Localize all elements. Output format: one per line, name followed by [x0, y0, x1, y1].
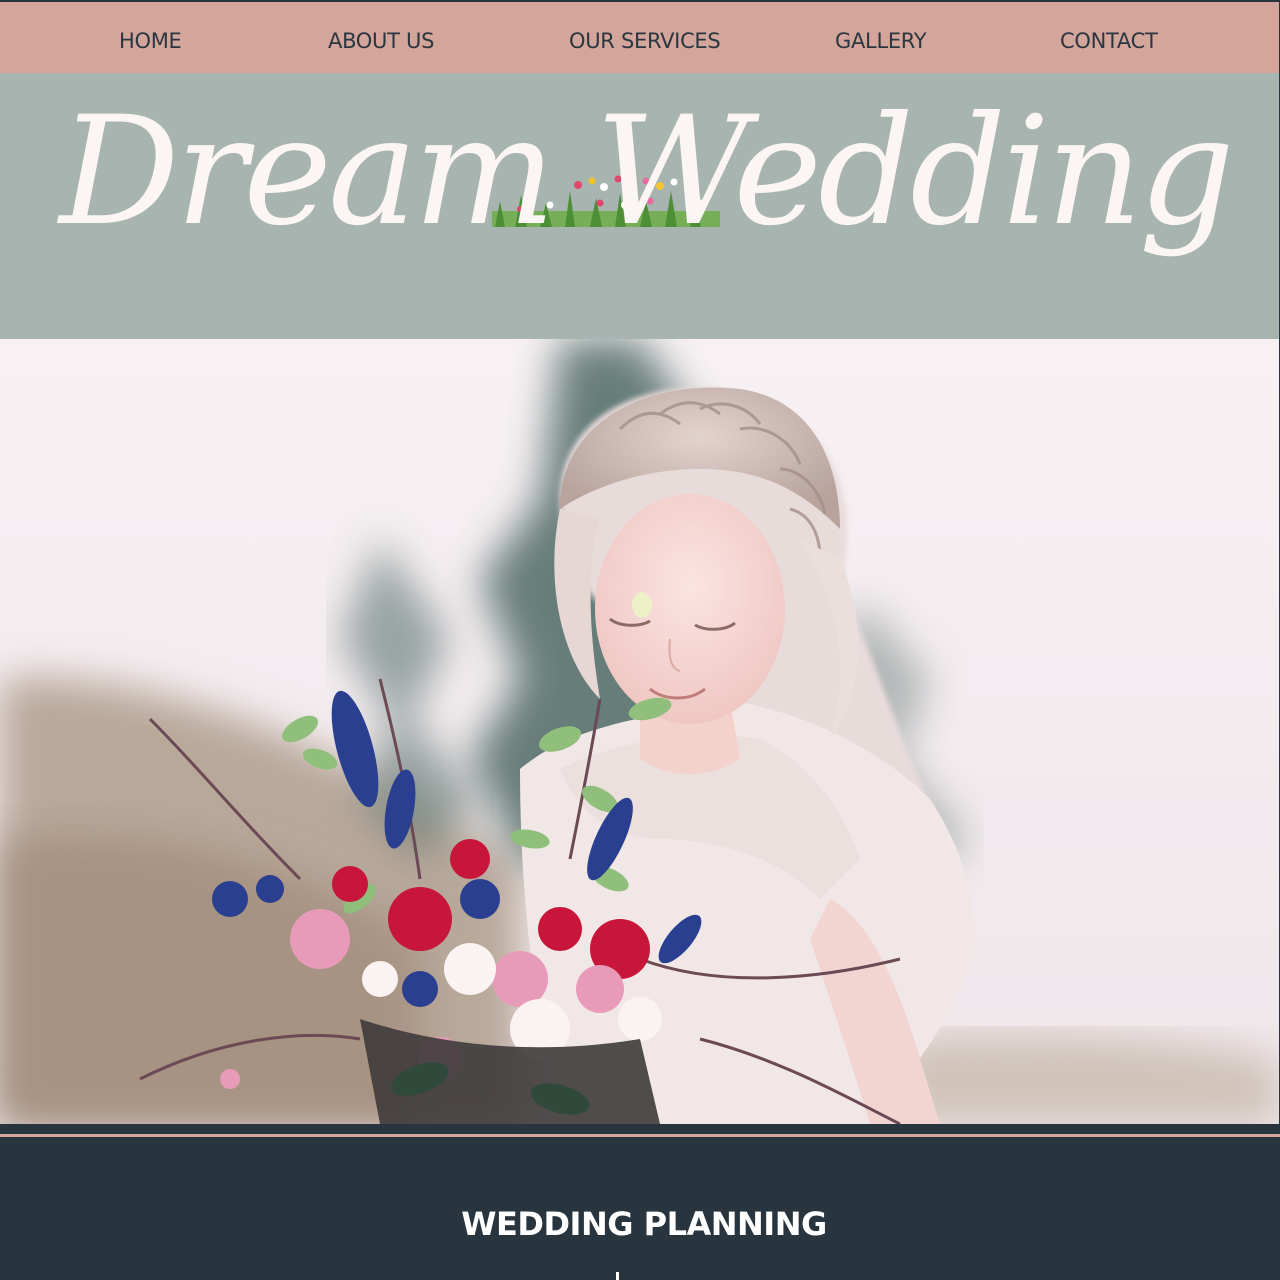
section-title: WEDDING PLANNING: [461, 1204, 827, 1243]
nav-link-about-us[interactable]: ABOUT US: [328, 2, 434, 73]
logo-text: Dream Wedding: [56, 85, 1230, 259]
section-divider: [0, 1134, 1280, 1137]
nav-link-our-services[interactable]: OUR SERVICES: [569, 2, 721, 73]
nav-link-home[interactable]: HOME: [119, 2, 182, 73]
hero-photo: [0, 339, 1279, 1124]
section-decoration: [616, 1272, 619, 1280]
site-header: Dream Wedding: [0, 73, 1279, 339]
main-navigation: HOME ABOUT US OUR SERVICES GALLERY CONTA…: [0, 2, 1279, 73]
site-logo[interactable]: Dream Wedding: [0, 73, 1279, 339]
nav-link-contact[interactable]: CONTACT: [1060, 2, 1158, 73]
hero-banner: [0, 339, 1279, 1124]
wedding-planning-section: [0, 1124, 1280, 1280]
nav-link-gallery[interactable]: GALLERY: [835, 2, 927, 73]
